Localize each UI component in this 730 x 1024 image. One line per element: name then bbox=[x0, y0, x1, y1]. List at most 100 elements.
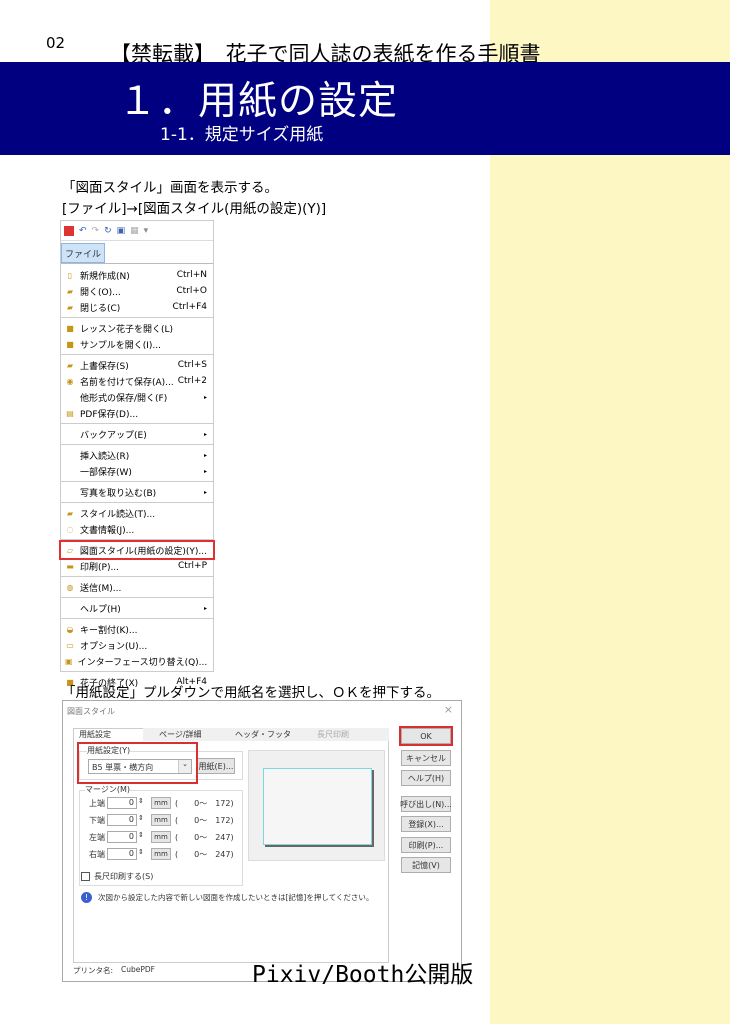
subsection-heading: 1-1．規定サイズ用紙 bbox=[160, 125, 324, 145]
menu-item[interactable]: ■ レッスン花子を開く(L) bbox=[61, 320, 213, 336]
menu-item[interactable]: ヘルプ(H) ▸ bbox=[61, 600, 213, 616]
menu-item-label: 文書情報(J)... bbox=[80, 525, 135, 536]
margin-input[interactable]: 0 bbox=[107, 797, 137, 809]
text-icon[interactable]: ▣ bbox=[117, 226, 126, 236]
menu-item-label: 写真を取り込む(B) bbox=[80, 488, 157, 499]
close-folder-icon: ▰ bbox=[66, 302, 74, 312]
dialog-button-1[interactable]: キャンセル bbox=[401, 750, 451, 766]
menu-separator bbox=[61, 539, 213, 540]
dialog-button-3[interactable]: 呼び出し(N)... bbox=[400, 796, 452, 812]
refresh-icon[interactable]: ↻ bbox=[104, 226, 112, 236]
menu-item[interactable]: 写真を取り込む(B) ▸ bbox=[61, 484, 213, 500]
menu-item[interactable]: ▰ スタイル読込(T)... bbox=[61, 505, 213, 521]
unit-label: mm bbox=[151, 797, 171, 809]
menu-item-label: 印刷(P)... bbox=[80, 562, 120, 573]
menu-separator bbox=[61, 576, 213, 577]
menu-item[interactable]: 一部保存(W) ▸ bbox=[61, 463, 213, 479]
menu-item[interactable]: ▰ 上書保存(S) Ctrl+S bbox=[61, 357, 213, 373]
menu-item[interactable]: ▰ 開く(O)... Ctrl+O bbox=[61, 283, 213, 299]
menu-separator bbox=[61, 502, 213, 503]
margin-label: 左端 bbox=[89, 833, 105, 842]
menu-item-shortcut: Ctrl+S bbox=[177, 360, 207, 370]
dialog-button-0[interactable]: OK bbox=[399, 726, 453, 746]
step2-text: 「用紙設定」プルダウンで用紙名を選択し、ＯＫを押下する。 bbox=[62, 685, 440, 701]
submenu-arrow-icon: ▸ bbox=[203, 451, 207, 459]
menu-item-shortcut: Ctrl+2 bbox=[177, 376, 207, 386]
tab-page-detail[interactable]: ページ/詳細 bbox=[159, 729, 202, 740]
key-icon: ◒ bbox=[66, 624, 74, 634]
menu-item[interactable]: ◌ 文書情報(J)... bbox=[61, 521, 213, 537]
menu-item-label: 図面スタイル(用紙の設定)(Y)... bbox=[79, 546, 207, 557]
menu-separator bbox=[61, 618, 213, 619]
margin-range: ( 0〜 247) bbox=[175, 850, 234, 859]
menu-item-label: 名前を付けて保存(A)... bbox=[80, 377, 174, 388]
menu-item-label: 送信(M)... bbox=[80, 583, 122, 594]
menu-item[interactable]: ▯ 新規作成(N) Ctrl+N bbox=[61, 267, 213, 283]
spinner-icon[interactable]: ⇕ bbox=[138, 814, 144, 822]
doc-info-icon: ◌ bbox=[66, 524, 74, 534]
dialog-title: 図面スタイル bbox=[67, 707, 115, 716]
menu-separator bbox=[61, 423, 213, 424]
spinner-icon[interactable]: ⇕ bbox=[138, 831, 144, 839]
page-style-dialog: 図面スタイル × 用紙設定 ページ/詳細 ヘッダ・フッタ 長尺印刷 用紙設定(Y… bbox=[62, 700, 462, 982]
page-number: 02 bbox=[46, 34, 66, 52]
redo-icon[interactable]: ↷ bbox=[92, 226, 100, 236]
file-tab[interactable]: ファイル bbox=[61, 243, 105, 263]
menu-item[interactable]: ▬ 印刷(P)... Ctrl+P bbox=[61, 558, 213, 574]
menu-item[interactable]: ▤ PDF保存(D)... bbox=[61, 405, 213, 421]
menu-separator bbox=[61, 597, 213, 598]
menu-item-label: レッスン花子を開く(L) bbox=[80, 324, 174, 335]
margin-range: ( 0〜 247) bbox=[175, 833, 234, 842]
menu-item-label: オプション(U)... bbox=[80, 641, 148, 652]
dialog-button-6[interactable]: 記憶(V) bbox=[401, 857, 451, 873]
menu-item[interactable]: ▰ 閉じる(C) Ctrl+F4 bbox=[61, 299, 213, 315]
menu-item-label: インターフェース切り替え(Q)... bbox=[77, 657, 208, 668]
unit-label: mm bbox=[151, 814, 171, 826]
submenu-arrow-icon: ▸ bbox=[203, 467, 207, 475]
menu-item[interactable]: ▣ インターフェース切り替え(Q)... bbox=[61, 653, 213, 669]
menu-item[interactable]: ◉ 名前を付けて保存(A)... Ctrl+2 bbox=[61, 373, 213, 389]
paper-button[interactable]: 用紙(E)... bbox=[197, 758, 235, 774]
grid-icon[interactable]: ▦ bbox=[130, 226, 139, 236]
checkbox-icon bbox=[81, 872, 90, 881]
menu-item[interactable]: バックアップ(E) ▸ bbox=[61, 426, 213, 442]
menu-item-shortcut: Ctrl+P bbox=[178, 561, 207, 571]
style-load-icon: ▰ bbox=[66, 508, 74, 518]
options-icon: ▭ bbox=[66, 640, 74, 650]
close-icon[interactable]: × bbox=[444, 703, 453, 716]
tab-header-footer[interactable]: ヘッダ・フッタ bbox=[235, 729, 291, 740]
margin-input[interactable]: 0 bbox=[107, 848, 137, 860]
dialog-button-5[interactable]: 印刷(P)... bbox=[401, 837, 451, 853]
menu-item[interactable]: 挿入読込(R) ▸ bbox=[61, 447, 213, 463]
tab-paper[interactable]: 用紙設定 bbox=[79, 729, 111, 740]
margin-input[interactable]: 0 bbox=[107, 831, 137, 843]
dialog-button-4[interactable]: 登録(X)... bbox=[401, 816, 451, 832]
menu-item[interactable]: 他形式の保存/開く(F) ▸ bbox=[61, 389, 213, 405]
tab-long-print[interactable]: 長尺印刷 bbox=[317, 729, 349, 740]
app-icon bbox=[64, 225, 74, 236]
margin-range: ( 0〜 172) bbox=[175, 816, 234, 825]
menu-item[interactable]: ■ サンプルを開く(I)... bbox=[61, 336, 213, 352]
margin-input[interactable]: 0 bbox=[107, 814, 137, 826]
step1-path: [ファイル]→[図面スタイル(用紙の設定)(Y)] bbox=[62, 201, 327, 217]
menu-item-label: 上書保存(S) bbox=[80, 361, 129, 372]
menu-item[interactable]: ◒ キー割付(K)... bbox=[61, 621, 213, 637]
section-heading: １．用紙の設定 bbox=[118, 79, 399, 124]
lesson-icon: ■ bbox=[66, 323, 74, 333]
long-print-checkbox[interactable]: 長尺印刷する(S) bbox=[81, 871, 153, 882]
highlight-box bbox=[77, 742, 198, 784]
spinner-icon[interactable]: ⇕ bbox=[138, 848, 144, 856]
dialog-button-2[interactable]: ヘルプ(H) bbox=[401, 770, 451, 786]
menu-item[interactable]: ◍ 送信(M)... bbox=[61, 579, 213, 595]
info-message: ! 次図から設定した内容で新しい図面を作成したいときは[記憶]を押してください。 bbox=[81, 892, 373, 903]
menu-item[interactable]: ▭ オプション(U)... bbox=[61, 637, 213, 653]
customize-icon[interactable]: ▾ bbox=[144, 226, 149, 236]
paper-preview bbox=[263, 768, 372, 845]
menu-item-label: 新規作成(N) bbox=[80, 271, 130, 282]
spinner-icon[interactable]: ⇕ bbox=[138, 797, 144, 805]
undo-icon[interactable]: ↶ bbox=[79, 226, 87, 236]
margin-group-label: マージン(M) bbox=[85, 784, 130, 795]
menu-item[interactable]: ▱ 図面スタイル(用紙の設定)(Y)... bbox=[59, 540, 215, 560]
menu-item-label: 閉じる(C) bbox=[80, 303, 121, 314]
info-text: 次図から設定した内容で新しい図面を作成したいときは[記憶]を押してください。 bbox=[98, 893, 374, 902]
